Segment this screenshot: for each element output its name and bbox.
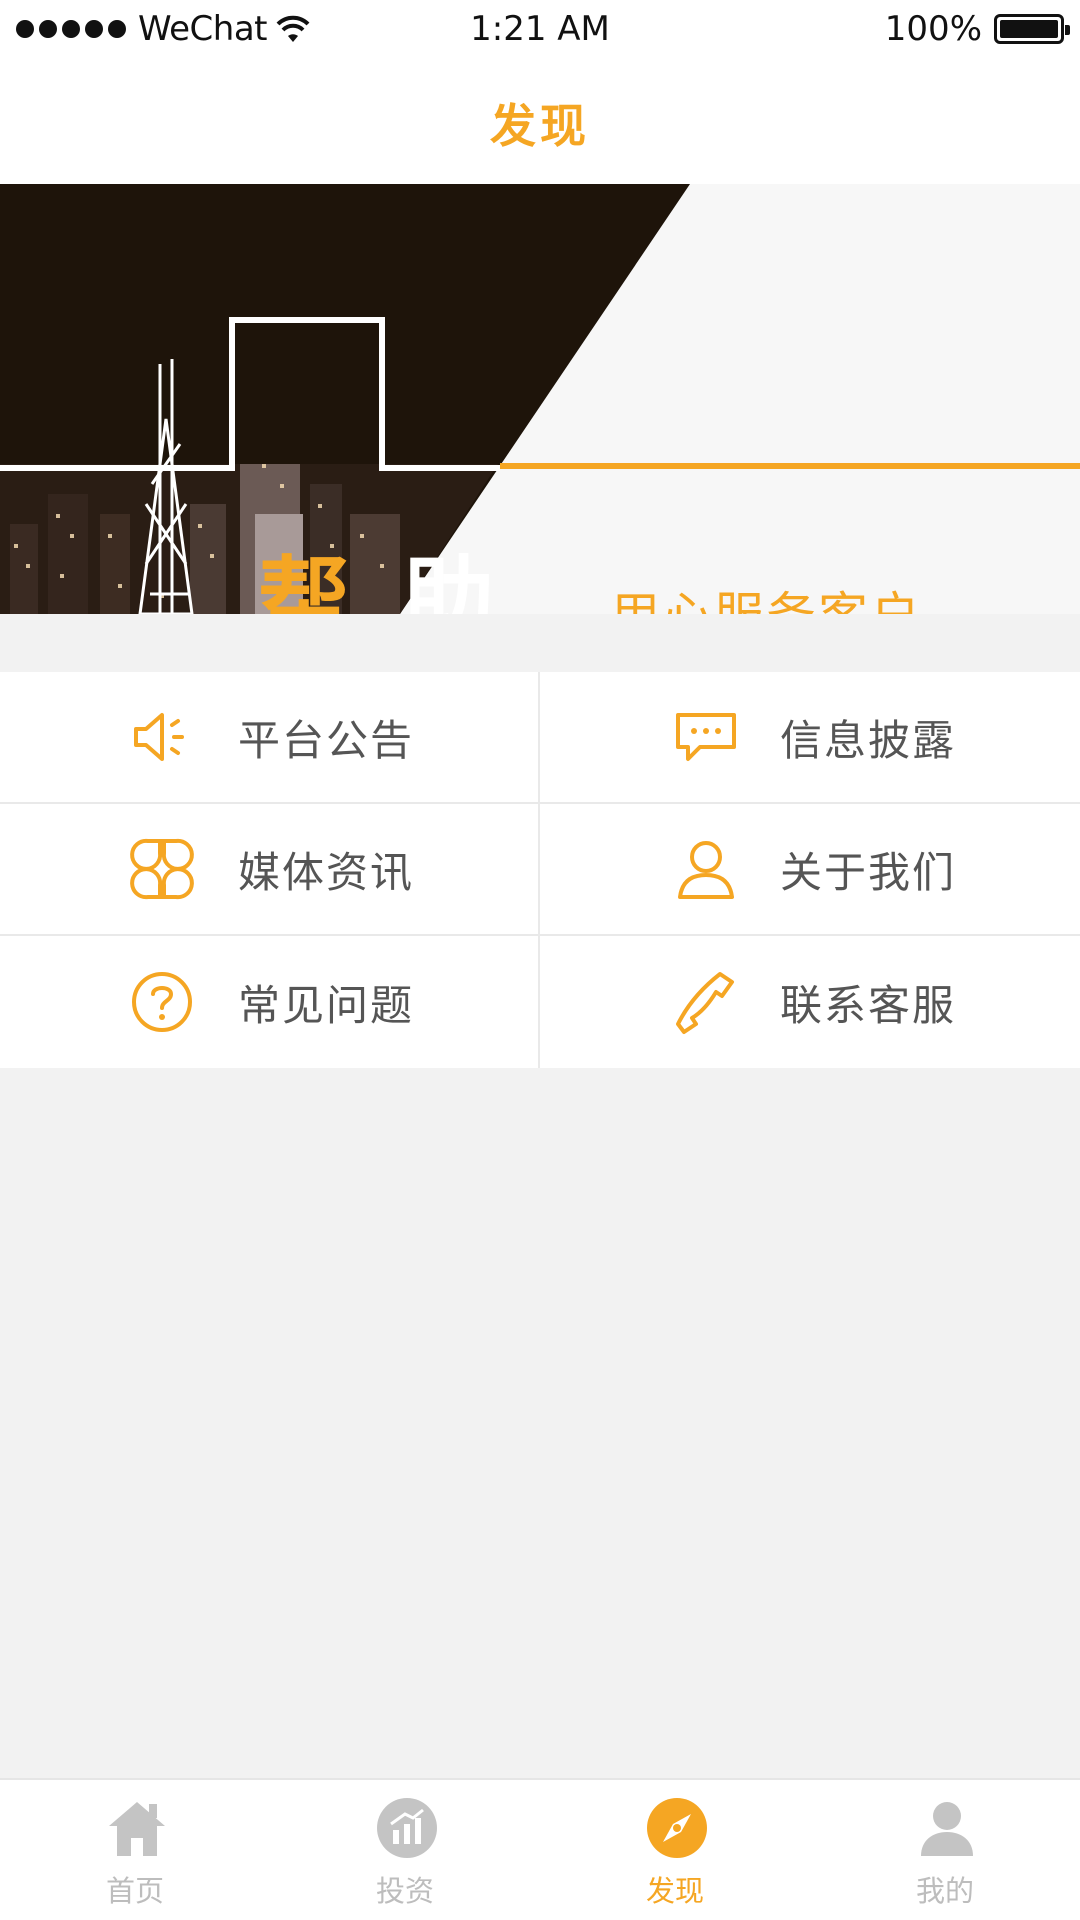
tab-bar: 首页 投资 发现 我的 (0, 1778, 1080, 1920)
compass-icon (647, 1798, 707, 1858)
tab-label: 投资 (375, 1874, 434, 1908)
chart-icon (377, 1798, 437, 1858)
page-title: 发现 (490, 99, 590, 153)
tab-label: 发现 (645, 1874, 704, 1908)
menu-label: 媒体资讯 (238, 847, 415, 897)
screen: WeChat 1:21 AM 100% 发现 帮 助 平台公告 信息披露 媒体资… (0, 0, 1080, 1920)
tab-mine[interactable]: 我的 (810, 1780, 1080, 1920)
question-icon (132, 972, 192, 1032)
tab-discover[interactable]: 发现 (540, 1780, 810, 1920)
tab-home[interactable]: 首页 (0, 1780, 270, 1920)
menu-item-about-us[interactable]: 关于我们 (540, 804, 1080, 936)
message-icon (676, 713, 736, 761)
help-banner[interactable]: 帮 助 用心服务客户 (0, 184, 1080, 614)
home-icon (109, 1802, 165, 1856)
banner-char-bang: 帮 (258, 547, 351, 614)
battery-icon (994, 14, 1070, 44)
menu-grid: 平台公告 信息披露 媒体资讯 关于我们 常见问题 联系客服 (0, 672, 1080, 1068)
menu-item-media-news[interactable]: 媒体资讯 (0, 804, 540, 936)
tab-label: 我的 (915, 1874, 974, 1908)
person-icon (921, 1802, 973, 1856)
menu-item-faq[interactable]: 常见问题 (0, 936, 540, 1068)
banner-slogan: 用心服务客户 (610, 576, 922, 614)
phone-icon (676, 972, 734, 1034)
battery-percent: 100% (884, 9, 982, 49)
speaker-icon (134, 713, 184, 761)
user-icon (678, 841, 734, 899)
banner-graphic (0, 184, 1080, 614)
menu-label: 常见问题 (238, 980, 415, 1030)
status-bar: WeChat 1:21 AM 100% (0, 0, 1080, 58)
menu-label: 联系客服 (780, 980, 957, 1030)
menu-item-contact-support[interactable]: 联系客服 (540, 936, 1080, 1068)
nav-bar: 发现 (0, 58, 1080, 184)
menu-label: 平台公告 (238, 715, 415, 765)
menu-item-announcements[interactable]: 平台公告 (0, 672, 540, 804)
tab-invest[interactable]: 投资 (270, 1780, 540, 1920)
status-right: 100% (884, 9, 1070, 49)
banner-char-zhu: 助 (402, 547, 495, 614)
grid-icon (130, 838, 194, 900)
tab-label: 首页 (105, 1874, 164, 1908)
menu-label: 关于我们 (780, 847, 957, 897)
menu-label: 信息披露 (780, 715, 957, 765)
menu-item-disclosure[interactable]: 信息披露 (540, 672, 1080, 804)
